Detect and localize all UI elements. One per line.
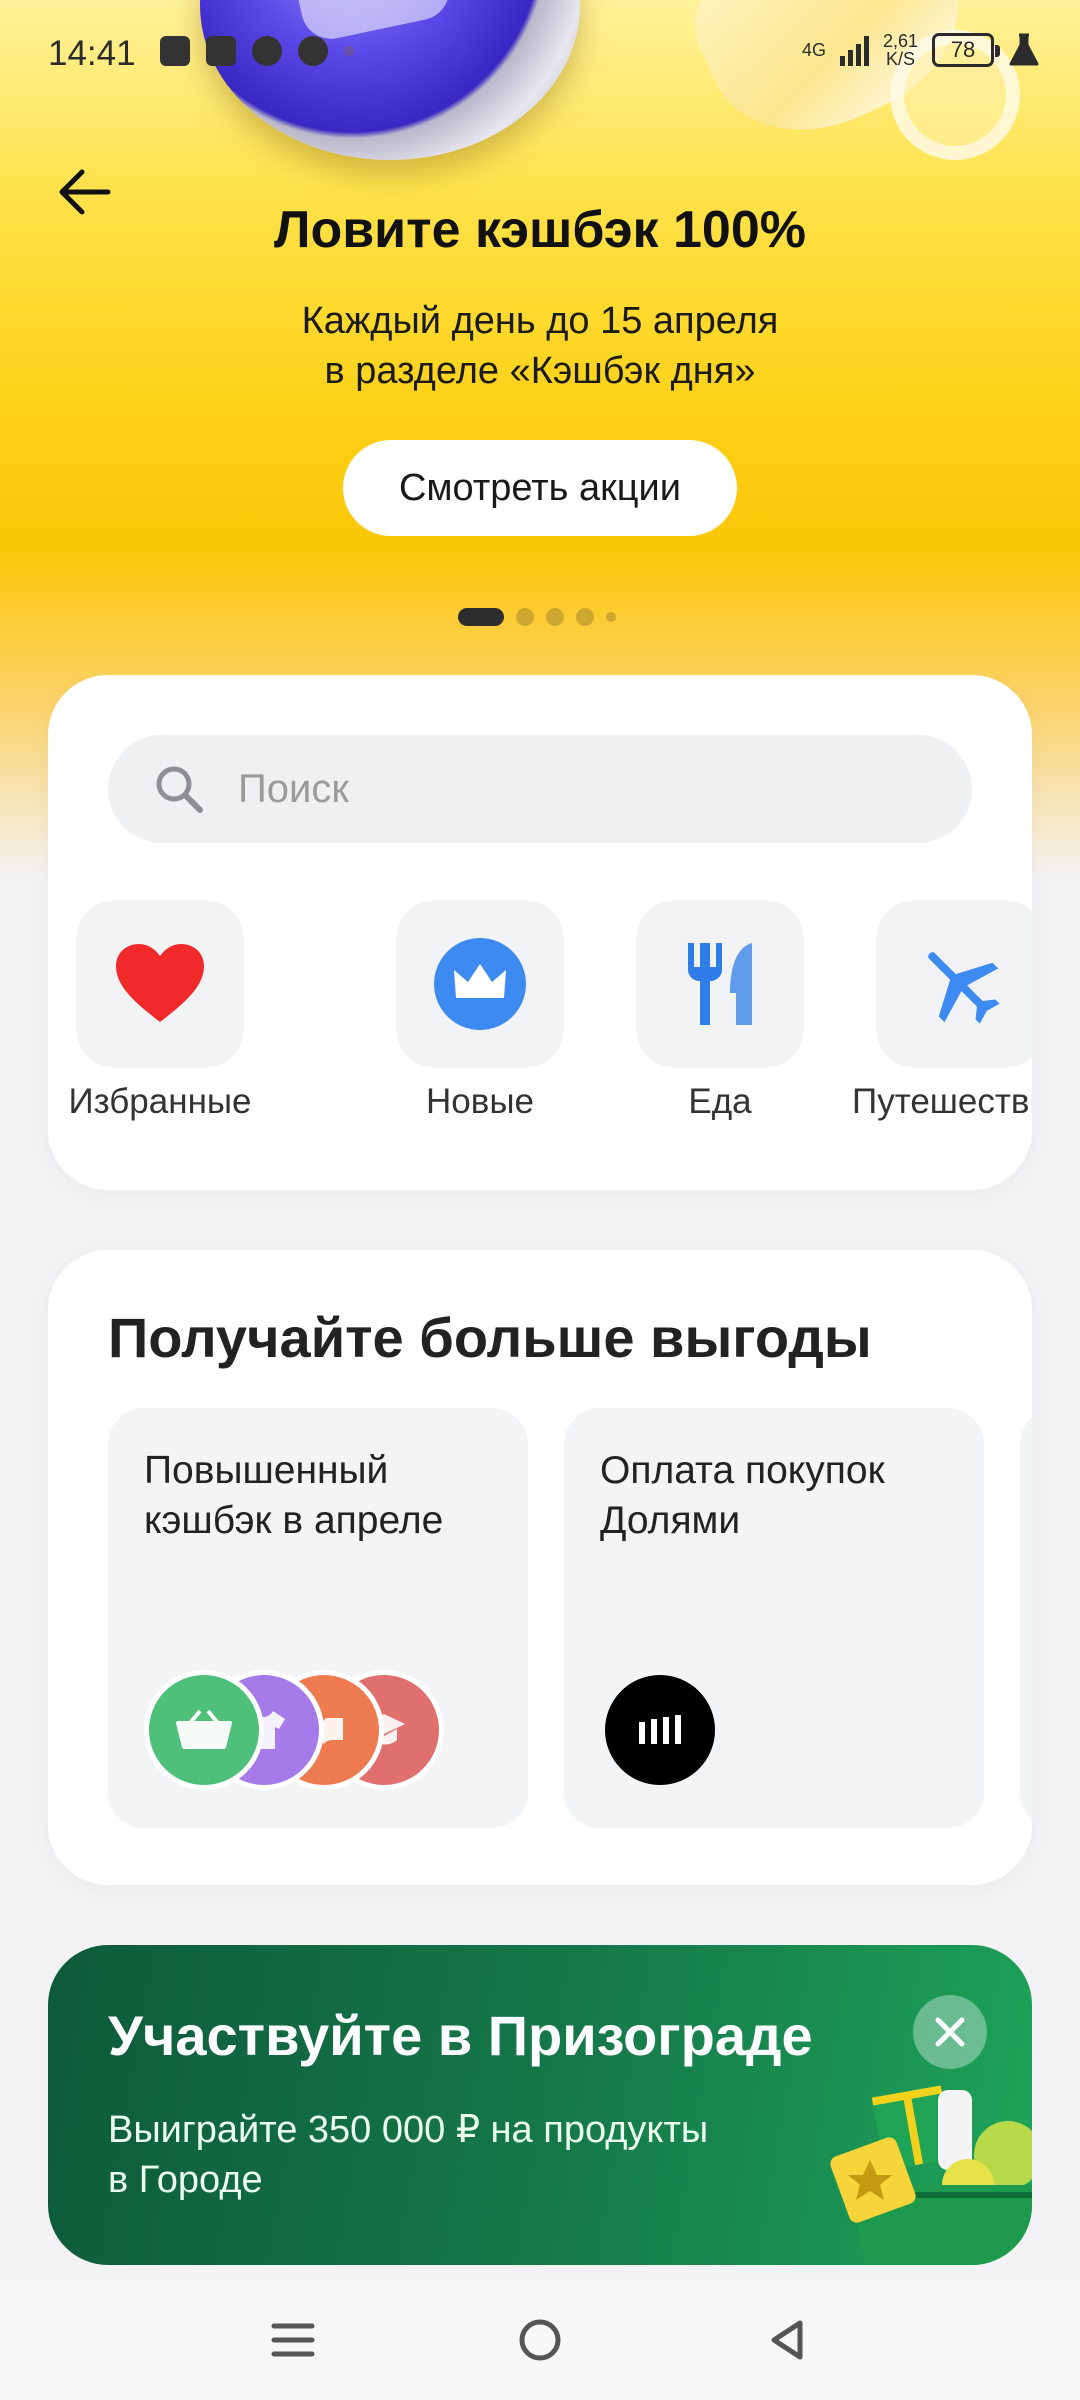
category-list: Избранные Новые Еда Путешеств	[48, 900, 1032, 1160]
benefit-tile-cashback[interactable]: Повышенный кэшбэк в апреле	[108, 1408, 528, 1828]
flask-icon	[1009, 33, 1039, 66]
status-bar: 14:41 4G 2,61 K/S 78	[0, 0, 1080, 110]
chat-icon	[298, 36, 328, 66]
signal-icon	[839, 34, 869, 66]
category-food[interactable]: Еда	[600, 900, 840, 1122]
menu-button[interactable]	[253, 2300, 333, 2380]
benefit-tile-title: Оплата покупок Долями	[600, 1446, 885, 1546]
grocery-basket-illustration	[830, 2085, 1032, 2265]
prize-subtitle: Выиграйте 350 000 ₽ на продукты в Городе	[108, 2105, 708, 2205]
app-icon	[252, 36, 282, 66]
category-label: Новые	[426, 1082, 534, 1121]
benefits-title: Получайте больше выгоды	[108, 1306, 872, 1369]
net-speed: 2,61 K/S	[883, 32, 918, 68]
close-icon	[935, 2017, 965, 2047]
airplane-icon	[928, 952, 1000, 1024]
net-speed-unit: K/S	[885, 49, 915, 69]
benefit-tile-title-line: Оплата покупок	[600, 1449, 885, 1492]
category-label: Путешествия	[852, 1082, 1032, 1121]
search-bar[interactable]	[108, 735, 972, 843]
view-offers-button[interactable]: Смотреть акции	[343, 440, 737, 536]
benefit-tile-title-line: кэшбэк в апреле	[144, 1499, 444, 1542]
category-tile[interactable]	[396, 900, 564, 1068]
category-label: Избранные	[68, 1082, 252, 1121]
status-time: 14:41	[48, 34, 136, 73]
notification-icons	[160, 36, 354, 66]
benefit-tile-title-line: Долями	[600, 1499, 741, 1542]
back-nav-button[interactable]	[747, 2300, 827, 2380]
benefit-tile-title-line: Повышенный	[144, 1449, 389, 1492]
battery-icon: 78	[932, 33, 1000, 67]
category-new[interactable]: Новые	[360, 900, 600, 1122]
prize-subtitle-line: Выиграйте 350 000 ₽ на продукты	[108, 2109, 709, 2151]
crown-icon	[434, 938, 526, 1030]
carousel-dot[interactable]	[516, 608, 534, 626]
category-favorites[interactable]: Избранные	[48, 900, 280, 1122]
home-button[interactable]	[500, 2300, 580, 2380]
triangle-back-icon	[771, 2320, 803, 2360]
more-dot-icon	[344, 46, 354, 56]
heart-icon	[116, 944, 204, 1022]
net-speed-value: 2,61	[882, 31, 918, 51]
close-button[interactable]	[913, 1995, 987, 2069]
hero-title: Ловите кэшбэк 100%	[273, 201, 807, 259]
category-tile[interactable]	[76, 900, 244, 1068]
prizograd-banner[interactable]: Участвуйте в Призограде Выиграйте 350 00…	[48, 1945, 1032, 2265]
benefit-tile-dolyami[interactable]: Оплата покупок Долями	[564, 1408, 984, 1828]
carousel-dot[interactable]	[546, 608, 564, 626]
system-nav-bar	[0, 2280, 1080, 2400]
hero-subtitle-line: в разделе «Кэшбэк дня»	[324, 350, 756, 392]
menu-icon	[271, 2323, 315, 2357]
category-tile[interactable]	[636, 900, 804, 1068]
carousel-indicator[interactable]	[458, 608, 616, 626]
benefits-card: Получайте больше выгоды Повышенный кэшбэ…	[48, 1250, 1032, 1885]
search-input[interactable]	[238, 766, 918, 812]
shield-icon	[206, 36, 236, 66]
fork-knife-icon	[688, 943, 752, 1025]
dolyami-logo-icon	[600, 1670, 720, 1790]
carousel-dot[interactable]	[458, 608, 504, 626]
category-travel[interactable]: Путешествия	[840, 900, 1032, 1122]
hero-subtitle-line: Каждый день до 15 апреля	[301, 300, 779, 342]
basket-icon	[144, 1670, 264, 1790]
search-card: Избранные Новые Еда	[48, 675, 1032, 1190]
benefit-tile-next[interactable]	[1020, 1408, 1032, 1828]
hero-subtitle: Каждый день до 15 апреля в разделе «Кэшб…	[0, 296, 1080, 396]
benefits-carousel: Повышенный кэшбэк в апреле Оплата покупо…	[48, 1408, 1032, 1828]
prize-title: Участвуйте в Призограде	[108, 2004, 813, 2067]
category-label: Еда	[688, 1082, 752, 1121]
category-tile[interactable]	[876, 900, 1032, 1068]
shield-icon	[160, 36, 190, 66]
prize-subtitle-line: в Городе	[108, 2159, 263, 2201]
benefit-tile-title: Повышенный кэшбэк в апреле	[144, 1446, 443, 1546]
network-type: 4G	[801, 40, 826, 60]
carousel-dot[interactable]	[576, 608, 594, 626]
home-circle-icon	[519, 2319, 561, 2361]
partner-icons	[600, 1670, 960, 1790]
status-right: 4G 2,61 K/S 78	[802, 32, 1040, 68]
search-icon	[156, 766, 203, 813]
partner-icons	[144, 1670, 504, 1790]
carousel-dot[interactable]	[606, 612, 616, 622]
